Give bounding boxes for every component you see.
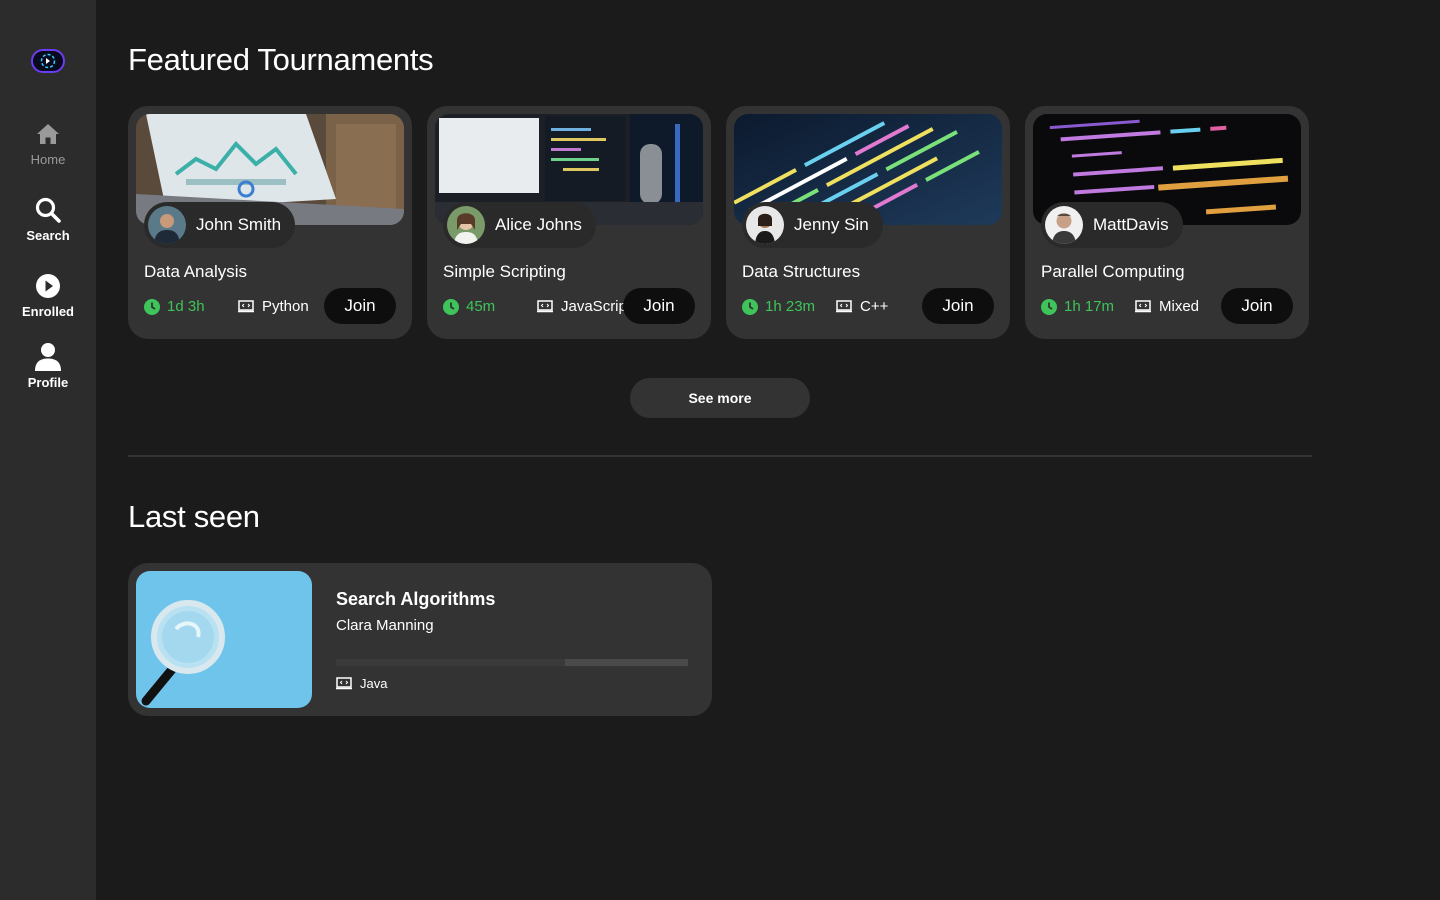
last-seen-language: Java [336,676,387,691]
progress-bar [336,659,688,666]
person-icon [34,343,62,371]
tournament-title: Data Structures [742,262,861,281]
host-avatar [447,206,485,244]
language-label: JavaScript [561,298,632,315]
clock-icon [1041,298,1057,315]
time-remaining: 1h 17m [1064,298,1115,315]
language-label: C++ [860,298,889,315]
last-seen-title: Last seen [128,499,260,534]
tournament-meta: 1h 17m Mixed [1041,298,1199,315]
time-remaining: 1d 3h [167,298,205,315]
host-name: MattDavis [1093,215,1169,234]
tournament-meta: 45m JavaScript [443,298,631,315]
join-button[interactable]: Join [623,288,695,324]
tournament-meta: 1d 3h Python [144,298,309,315]
progress-fill [564,659,688,666]
join-button[interactable]: Join [1221,288,1293,324]
sidebar-item-home[interactable]: Home [0,120,96,167]
featured-title: Featured Tournaments [128,42,434,77]
code-icon [238,300,254,313]
tournament-language: C++ [836,298,888,315]
sidebar: Home Search Enrolled Profile [0,0,96,900]
tournament-title: Data Analysis [144,262,247,281]
last-seen-card[interactable]: Search Algorithms Clara Manning Java [128,563,712,716]
sidebar-item-label: Home [30,152,66,167]
language-label: Python [262,298,309,315]
host-chip: John Smith [144,202,296,248]
sidebar-item-label: Profile [27,375,69,390]
host-chip: Jenny Sin [742,202,883,248]
sidebar-item-profile[interactable]: Profile [0,343,96,390]
tournament-language: Python [238,298,309,315]
section-divider [128,455,1312,457]
tournament-card[interactable]: John Smith Data Analysis 1d 3h Python Jo… [128,106,412,339]
tournament-time: 1h 17m [1041,298,1135,315]
host-name: Jenny Sin [794,215,869,234]
join-button[interactable]: Join [922,288,994,324]
sidebar-item-search[interactable]: Search [0,196,96,243]
language-label: Mixed [1159,298,1200,315]
time-remaining: 1h 23m [765,298,816,315]
join-button[interactable]: Join [324,288,396,324]
host-avatar [746,206,784,244]
last-seen-author: Clara Manning [336,617,434,634]
host-avatar [1045,206,1083,244]
time-remaining: 45m [466,298,496,315]
tournament-language: Mixed [1135,298,1199,315]
host-avatar [148,206,186,244]
tournament-card[interactable]: MattDavis Parallel Computing 1h 17m Mixe… [1025,106,1309,339]
search-icon [34,196,62,224]
host-name: John Smith [196,215,282,234]
code-icon [836,300,852,313]
code-icon [1135,300,1151,313]
last-seen-thumbnail [136,571,312,708]
app-logo[interactable] [31,49,65,73]
host-chip: Alice Johns [443,202,596,248]
host-name: Alice Johns [495,215,582,234]
code-icon [537,300,553,313]
clock-icon [144,298,160,315]
code-icon [336,677,352,690]
sidebar-item-enrolled[interactable]: Enrolled [0,272,96,319]
sidebar-item-label: Enrolled [21,304,74,319]
play-circle-icon [34,272,62,300]
tournament-title: Simple Scripting [443,262,566,281]
tournament-time: 1h 23m [742,298,836,315]
host-chip: MattDavis [1041,202,1183,248]
tournament-card[interactable]: Jenny Sin Data Structures 1h 23m C++ Joi… [726,106,1010,339]
tournament-language: JavaScript [537,298,631,315]
clock-icon [742,298,758,315]
language-label: Java [360,676,388,691]
last-seen-course-title: Search Algorithms [336,589,496,609]
tournament-card[interactable]: Alice Johns Simple Scripting 45m JavaScr… [427,106,711,339]
clock-icon [443,298,459,315]
tournament-meta: 1h 23m C++ [742,298,888,315]
home-icon [34,120,62,148]
see-more-button[interactable]: See more [630,378,810,418]
tournament-time: 1d 3h [144,298,238,315]
tournament-title: Parallel Computing [1041,262,1185,281]
tournament-time: 45m [443,298,537,315]
sidebar-item-label: Search [26,228,70,243]
